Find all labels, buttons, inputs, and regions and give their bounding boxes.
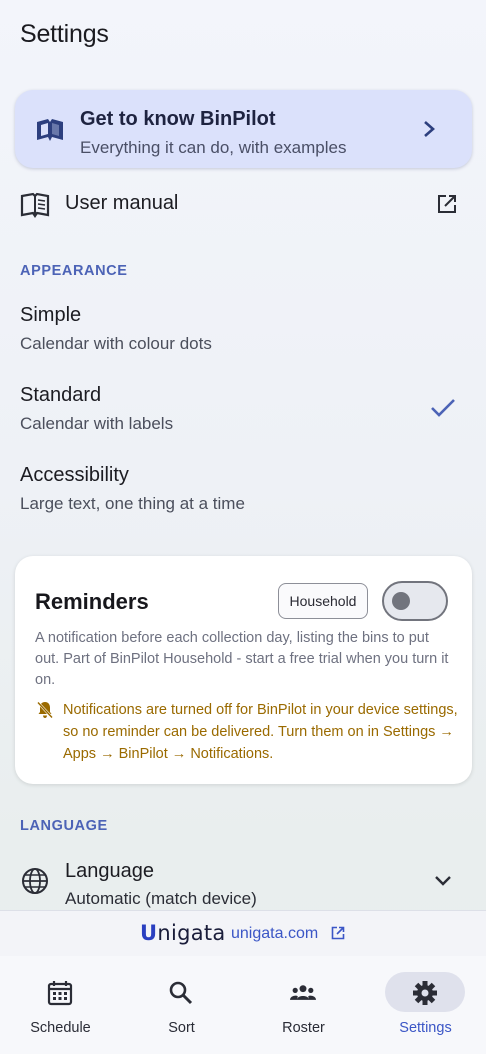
nav-sort[interactable]: Sort: [121, 956, 242, 1054]
unigata-link[interactable]: unigata.com: [231, 925, 318, 943]
chevron-down-icon: [435, 876, 451, 886]
nav-settings[interactable]: Settings: [365, 956, 486, 1054]
globe-icon: [22, 868, 48, 894]
group-icon: [290, 985, 316, 1000]
option-subtitle: Calendar with labels: [20, 414, 174, 433]
appearance-option-accessibility[interactable]: Accessibility Large text, one thing at a…: [0, 464, 486, 534]
option-subtitle: Large text, one thing at a time: [20, 494, 245, 513]
nav-schedule[interactable]: Schedule: [0, 956, 121, 1054]
chevron-right-icon: [424, 121, 435, 137]
nav-label: Roster: [282, 1020, 325, 1036]
notifications-warning: Notifications are turned off for BinPilo…: [63, 702, 458, 762]
notifications-off-icon: [37, 701, 53, 719]
language-value: Automatic (match device): [65, 889, 257, 908]
nav-label: Settings: [399, 1020, 452, 1036]
reminders-title: Reminders: [35, 589, 149, 614]
language-label: Language: [65, 860, 154, 882]
reminders-card: Reminders Household A notification befor…: [15, 556, 472, 784]
language-heading: LANGUAGE: [20, 818, 108, 834]
unigata-logo: Unigata: [140, 921, 226, 945]
open-external-icon: [331, 926, 345, 940]
household-badge: Household: [278, 583, 368, 619]
nav-label: Schedule: [30, 1020, 91, 1036]
language-select[interactable]: Language Automatic (match device): [0, 858, 486, 910]
promo-subtitle: Everything it can do, with examples: [80, 138, 347, 157]
user-manual-label: User manual: [65, 192, 179, 214]
appearance-option-simple[interactable]: Simple Calendar with colour dots: [0, 304, 486, 374]
nav-label: Sort: [168, 1020, 195, 1036]
calendar-icon: [47, 981, 73, 1006]
toggle-knob: [392, 592, 410, 610]
page-title: Settings: [20, 20, 109, 48]
appearance-heading: APPEARANCE: [20, 263, 128, 279]
get-to-know-card[interactable]: Get to know BinPilot Everything it can d…: [15, 90, 472, 168]
option-title: Accessibility: [20, 464, 129, 486]
nav-roster[interactable]: Roster: [243, 956, 364, 1054]
appearance-option-standard[interactable]: Standard Calendar with labels: [0, 384, 486, 454]
footer-bar: Unigata unigata.com: [0, 910, 486, 956]
reminders-description: A notification before each collection da…: [35, 630, 449, 688]
open-external-icon: [438, 195, 456, 213]
check-icon: [431, 399, 455, 417]
promo-title: Get to know BinPilot: [80, 108, 276, 130]
reminders-toggle[interactable]: [382, 581, 448, 621]
bottom-navigation: Schedule Sort Roster Settings: [0, 956, 486, 1054]
option-title: Simple: [20, 304, 82, 326]
option-subtitle: Calendar with colour dots: [20, 334, 212, 353]
manual-icon: [20, 192, 50, 218]
user-manual-row[interactable]: User manual: [0, 184, 486, 226]
book-icon: [37, 119, 63, 141]
search-icon: [169, 981, 193, 1005]
gear-icon: [413, 981, 437, 1005]
option-title: Standard: [20, 384, 102, 406]
